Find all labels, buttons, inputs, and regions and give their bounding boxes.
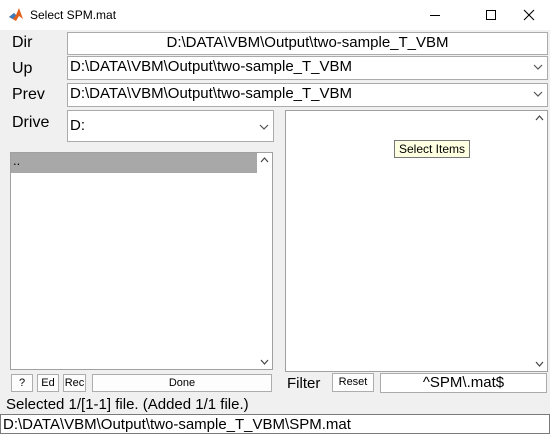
directory-items: .. bbox=[11, 153, 257, 173]
dir-field[interactable]: D:\DATA\VBM\Output\two-sample_T_VBM bbox=[67, 32, 548, 55]
directory-list[interactable]: .. bbox=[10, 152, 273, 370]
help-button[interactable]: ? bbox=[11, 374, 33, 392]
chevron-up-icon[interactable] bbox=[535, 115, 544, 121]
up-label: Up bbox=[12, 60, 33, 77]
reset-button[interactable]: Reset bbox=[332, 373, 374, 392]
close-button[interactable] bbox=[506, 0, 550, 30]
maximize-icon bbox=[486, 10, 496, 20]
filter-label: Filter bbox=[287, 375, 321, 392]
chevron-down-icon[interactable] bbox=[260, 359, 269, 365]
chevron-down-icon[interactable] bbox=[535, 361, 544, 367]
title-bar[interactable]: Select SPM.mat bbox=[0, 0, 550, 30]
chevron-up-icon[interactable] bbox=[260, 157, 269, 163]
minimize-icon bbox=[430, 15, 440, 16]
matlab-icon bbox=[9, 8, 23, 21]
drive-value: D: bbox=[70, 117, 85, 134]
rec-button[interactable]: Rec bbox=[63, 374, 86, 392]
chevron-down-icon bbox=[259, 124, 269, 130]
chevron-down-icon bbox=[533, 91, 543, 97]
done-button[interactable]: Done bbox=[92, 374, 272, 392]
filter-value: ^SPM\.mat$ bbox=[422, 374, 505, 391]
dir-value: D:\DATA\VBM\Output\two-sample_T_VBM bbox=[166, 34, 449, 51]
prev-label: Prev bbox=[12, 86, 45, 103]
list-item[interactable]: .. bbox=[11, 153, 257, 173]
filter-input[interactable]: ^SPM\.mat$ bbox=[380, 373, 547, 393]
up-dropdown[interactable]: D:\DATA\VBM\Output\two-sample_T_VBM bbox=[67, 56, 548, 80]
close-icon bbox=[523, 9, 535, 21]
directory-scrollbar[interactable] bbox=[257, 153, 272, 369]
selected-items-scrollbar[interactable] bbox=[532, 111, 547, 371]
minimize-button[interactable] bbox=[412, 0, 458, 30]
chevron-down-icon bbox=[533, 64, 543, 70]
drive-label: Drive bbox=[12, 114, 50, 131]
prev-value: D:\DATA\VBM\Output\two-sample_T_VBM bbox=[70, 85, 353, 102]
drive-dropdown[interactable]: D: bbox=[67, 110, 274, 142]
status-text: Selected 1/[1-1] file. (Added 1/1 file.) bbox=[6, 396, 249, 413]
select-items-tooltip: Select Items bbox=[394, 140, 471, 158]
window-title: Select SPM.mat bbox=[30, 8, 117, 22]
selected-path-field[interactable]: D:\DATA\VBM\Output\two-sample_T_VBM\SPM.… bbox=[0, 414, 550, 434]
selected-path-value: D:\DATA\VBM\Output\two-sample_T_VBM\SPM.… bbox=[3, 416, 351, 433]
edit-button[interactable]: Ed bbox=[37, 374, 59, 392]
prev-dropdown[interactable]: D:\DATA\VBM\Output\two-sample_T_VBM bbox=[67, 83, 548, 107]
up-value: D:\DATA\VBM\Output\two-sample_T_VBM bbox=[70, 58, 353, 75]
dir-label: Dir bbox=[12, 34, 33, 51]
